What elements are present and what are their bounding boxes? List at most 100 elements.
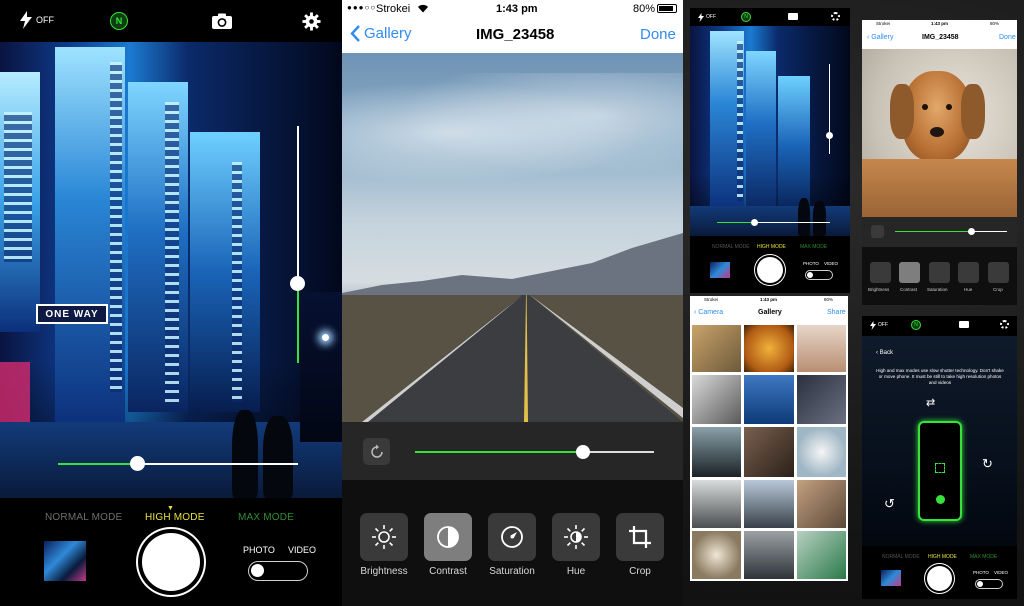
- mini-editor-screen: Strokei 1:43 pm 80% ‹ Gallery IMG_23458 …: [862, 20, 1017, 305]
- help-photo-label: PHOTO: [973, 570, 989, 575]
- reset-button[interactable]: [363, 438, 390, 465]
- gallery-back-label: Gallery: [364, 25, 412, 42]
- mini-camera-icon: [788, 13, 798, 20]
- mini-editor-slider-thumb: [968, 228, 975, 235]
- mini-h-thumb: [751, 219, 758, 226]
- shutter-slider-thumb[interactable]: [130, 456, 145, 471]
- help-camera-icon: [959, 321, 969, 328]
- help-mode-high: HIGH MODE: [928, 554, 957, 560]
- mini-flash-icon: [698, 13, 704, 22]
- switch-camera-icon[interactable]: [211, 13, 233, 30]
- mini-video-label: VIDEO: [824, 261, 839, 266]
- mini-tool-saturation-label: Saturation: [927, 287, 948, 292]
- mini-mode-normal: NORMAL MODE: [712, 244, 750, 250]
- editor-nav-bar: Gallery IMG_23458 Done: [342, 18, 683, 53]
- mini-street: [690, 206, 850, 236]
- gallery-thumb: [744, 325, 794, 372]
- saturation-label: Saturation: [489, 566, 535, 577]
- mini-editor-back-label: Gallery: [871, 34, 894, 41]
- status-bar: ●●●○○ Strokei 1:43 pm 80%: [342, 0, 683, 18]
- shutter-slider-track[interactable]: [138, 463, 298, 465]
- contrast-icon: [437, 526, 459, 548]
- flash-toggle[interactable]: OFF: [20, 11, 54, 29]
- gallery-thumb: [744, 427, 794, 477]
- settings-gear-icon[interactable]: [302, 12, 321, 31]
- mini-tool-contrast-label: Contrast: [900, 287, 918, 292]
- saturation-icon: [501, 526, 523, 548]
- gallery-thumb: [744, 375, 794, 424]
- mini-tool-hue-label: Hue: [964, 287, 973, 292]
- mini-person: [813, 201, 826, 236]
- contrast-tool[interactable]: [424, 513, 472, 561]
- hue-tool[interactable]: [552, 513, 600, 561]
- mini-editor-header: Strokei 1:43 pm 80% ‹ Gallery IMG_23458 …: [862, 20, 1017, 49]
- exposure-slider-track[interactable]: [297, 126, 299, 294]
- mini-gallery-title: Gallery: [758, 309, 782, 316]
- done-button[interactable]: Done: [640, 26, 676, 43]
- mini-help-screen: OFF N ‹ Back High and max modes use slow…: [862, 316, 1017, 599]
- crop-label: Crop: [629, 566, 651, 577]
- photo-video-toggle[interactable]: [248, 561, 308, 581]
- mini-shutter: [757, 257, 783, 283]
- help-shake-arrows-icon: ⇄: [926, 397, 936, 409]
- help-thumbnail: [881, 570, 901, 586]
- mode-high[interactable]: HIGH MODE: [145, 512, 205, 523]
- gallery-thumb: [797, 531, 846, 579]
- video-label: VIDEO: [288, 545, 317, 555]
- gallery-thumb: [692, 375, 741, 424]
- adjust-slider-thumb[interactable]: [576, 445, 590, 459]
- signal-dots: ●●●○○: [347, 3, 377, 12]
- shutter-button[interactable]: [142, 533, 200, 591]
- mini-editor-done: Done: [999, 34, 1016, 41]
- photo-label: PHOTO: [243, 545, 275, 555]
- mini-n-badge: N: [741, 12, 751, 22]
- gallery-thumb: [692, 480, 741, 528]
- brightness-tool[interactable]: [360, 513, 408, 561]
- dog-eye: [946, 104, 952, 110]
- help-message: High and max modes use slow shutter tech…: [876, 368, 1004, 386]
- help-mode-normal: NORMAL MODE: [882, 554, 920, 560]
- mini-person: [798, 198, 810, 236]
- mini-gallery-battery: 80%: [824, 297, 834, 302]
- toggle-knob: [251, 564, 264, 577]
- road-scene: [342, 233, 683, 422]
- saturation-tool[interactable]: [488, 513, 536, 561]
- mini-mode-high: HIGH MODE: [757, 244, 786, 250]
- mini-reset-button: [871, 225, 884, 238]
- mini-tool-saturation: [929, 262, 950, 283]
- help-back-label: Back: [879, 350, 894, 356]
- mini-editor-slider-fill: [895, 231, 971, 232]
- mini-mode-max: MAX MODE: [800, 244, 828, 250]
- mini-editor-tools: Brightness Contrast Saturation Hue Crop: [862, 247, 1017, 305]
- help-record-dot: [936, 495, 945, 504]
- mini-flash-label: OFF: [706, 14, 716, 20]
- n-badge-label: N: [115, 16, 123, 26]
- hue-icon: [564, 525, 588, 549]
- adjust-slider-bar: [342, 422, 683, 480]
- camera-viewfinder[interactable]: ONE WAY: [0, 42, 342, 498]
- mini-gallery-carrier: Strokei: [704, 297, 719, 302]
- crop-tool[interactable]: [616, 513, 664, 561]
- help-toggle: [975, 579, 1003, 589]
- adjust-slider-track[interactable]: [582, 451, 654, 453]
- gallery-thumb: [692, 325, 741, 372]
- clouds: [342, 73, 683, 193]
- mini-gallery-share: Share: [827, 309, 846, 316]
- gallery-thumb: [744, 480, 794, 528]
- battery-icon: [657, 4, 677, 13]
- exposure-slider-thumb[interactable]: [290, 276, 305, 291]
- help-flash-icon: [870, 321, 876, 330]
- mini-tool-contrast: [899, 262, 920, 283]
- contrast-label: Contrast: [429, 566, 467, 577]
- last-photo-thumbnail[interactable]: [44, 541, 86, 581]
- edited-photo: [342, 53, 683, 422]
- mini-tool-crop-label: Crop: [993, 287, 1003, 292]
- tool-bar: Brightness Contrast Saturation Hue Crop: [342, 480, 683, 606]
- building-windows: [110, 62, 122, 392]
- exposure-slider-fill: [297, 283, 299, 363]
- n-badge[interactable]: N: [110, 12, 128, 30]
- mode-normal[interactable]: NORMAL MODE: [45, 512, 122, 523]
- gallery-back-button[interactable]: Gallery: [350, 25, 412, 42]
- mini-tool-hue: [958, 262, 979, 283]
- mode-max[interactable]: MAX MODE: [238, 512, 294, 523]
